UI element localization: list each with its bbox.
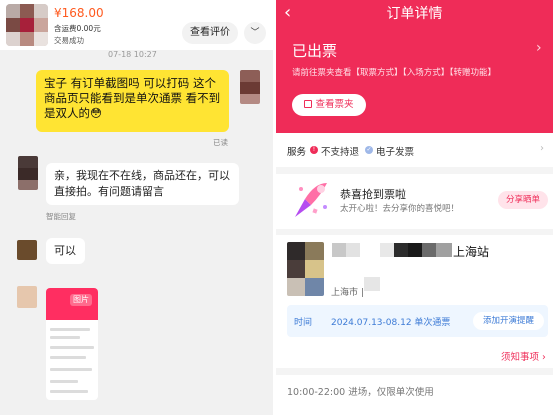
- avatar[interactable]: [18, 156, 38, 190]
- ticket-icon: [304, 100, 313, 108]
- order-card[interactable]: ¥168.00 含运费0.00元 交易成功 查看评价 ﹀: [0, 0, 273, 50]
- message-bubble-received[interactable]: 可以: [46, 238, 85, 264]
- divider: [276, 368, 553, 375]
- avatar[interactable]: [17, 240, 37, 260]
- redacted-block: [408, 243, 422, 257]
- redacted-block: [346, 243, 360, 257]
- show-poster[interactable]: [287, 242, 324, 296]
- show-card[interactable]: 上海站 上海市 | 时间 2024.07.13-08.12 单次通票 添加开演提…: [276, 235, 553, 344]
- order-price: ¥168.00: [54, 6, 104, 20]
- page-title: 订单详情: [386, 6, 443, 22]
- redacted-block: [394, 243, 408, 257]
- image-tag: 图片: [70, 294, 92, 306]
- service-row[interactable]: 服务 ! 不支持退 ✓ 电子发票 ›: [276, 133, 553, 167]
- ticket-hint: 请前往票夹查看【取票方式】【入场方式】【转赠功能】: [292, 68, 497, 78]
- redacted-block: [364, 277, 380, 291]
- ticket-status: 已出票: [292, 42, 338, 60]
- notice-link[interactable]: 须知事项 ›: [501, 349, 546, 363]
- no-refund-icon: !: [310, 146, 318, 154]
- chevron-right-icon[interactable]: ›: [536, 40, 542, 56]
- view-ticket-wallet-button[interactable]: 查看票夹: [292, 94, 366, 116]
- show-city: 上海市 |: [331, 288, 364, 298]
- product-thumbnail[interactable]: [6, 4, 48, 46]
- back-icon[interactable]: ‹: [284, 2, 291, 23]
- read-receipt: 已读: [213, 138, 228, 147]
- message-bubble-sent[interactable]: 宝子 有订单截图吗 可以打码 这个商品页只能看到是单次通票 看不到是双人的😳: [36, 70, 229, 132]
- share-order-button[interactable]: 分享晒单: [498, 191, 548, 209]
- service-no-refund: 不支持退: [321, 147, 360, 158]
- celebration-icon: [295, 183, 327, 217]
- avatar[interactable]: [240, 70, 260, 104]
- time-value: 2024.07.13-08.12 单次通票: [331, 318, 451, 328]
- redacted-block: [332, 243, 346, 257]
- order-detail-panel: 订单详情 ‹ 已出票 › 请前往票夹查看【取票方式】【入场方式】【转赠功能】 查…: [276, 0, 553, 415]
- redacted-block: [436, 243, 452, 257]
- congrats-subtitle: 太开心啦！去分享你的喜悦吧！: [340, 204, 460, 214]
- show-venue: 上海站: [453, 245, 490, 259]
- image-header: 图片: [46, 288, 98, 320]
- service-label: 服务: [287, 147, 307, 158]
- notice-row: 须知事项 ›: [276, 344, 553, 368]
- service-e-invoice: 电子发票: [376, 147, 415, 158]
- status-header: 订单详情 ‹ 已出票 › 请前往票夹查看【取票方式】【入场方式】【转赠功能】 查…: [276, 0, 553, 133]
- order-status: 交易成功: [54, 36, 84, 45]
- order-shipping: 含运费0.00元: [54, 24, 101, 33]
- image-message[interactable]: 图片: [46, 288, 98, 400]
- chat-timestamp: 07-18 10:27: [108, 50, 157, 59]
- chevron-right-icon[interactable]: ›: [540, 143, 544, 154]
- view-ticket-wallet-label: 查看票夹: [315, 99, 354, 110]
- avatar[interactable]: [17, 286, 37, 308]
- message-bubble-received[interactable]: 亲，我现在不在线，商品还在，可以直接拍。有问题请留言: [46, 163, 239, 205]
- chat-panel: ¥168.00 含运费0.00元 交易成功 查看评价 ﹀ 07-18 10:27…: [0, 0, 273, 415]
- show-time-box: 时间 2024.07.13-08.12 单次通票 添加开演提醒: [287, 305, 548, 337]
- view-review-button[interactable]: 查看评价: [182, 22, 238, 44]
- redacted-block: [380, 243, 394, 257]
- chevron-down-icon[interactable]: ﹀: [244, 22, 266, 44]
- check-icon: ✓: [365, 146, 373, 154]
- add-reminder-button[interactable]: 添加开演提醒: [473, 312, 544, 330]
- time-label: 时间: [294, 318, 313, 328]
- congrats-card: 恭喜抢到票啦 太开心啦！去分享你的喜悦吧！ 分享晒单: [276, 174, 553, 229]
- congrats-title: 恭喜抢到票啦: [340, 188, 406, 201]
- entry-time: 10:00-22:00 进场，仅限单次使用: [287, 387, 434, 398]
- divider: [276, 167, 553, 174]
- entry-info-row: 10:00-22:00 进场，仅限单次使用: [276, 375, 553, 415]
- redacted-block: [422, 243, 436, 257]
- auto-reply-label: 智能回复: [46, 212, 76, 221]
